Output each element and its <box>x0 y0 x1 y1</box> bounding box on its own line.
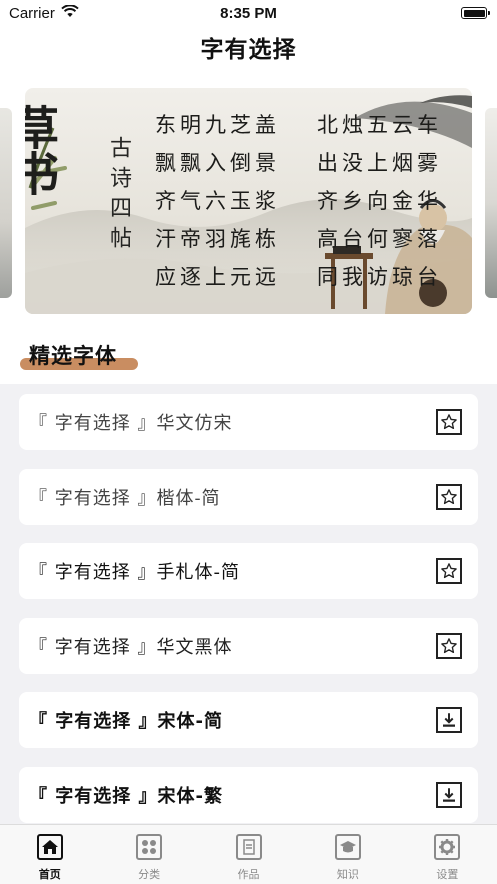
tab-works[interactable]: 作品 <box>199 825 298 884</box>
poem-line: 北烛五云车 <box>317 113 442 137</box>
gear-icon <box>434 834 461 860</box>
font-card[interactable]: 『 字有选择 』华文黑体 <box>19 618 478 674</box>
document-icon <box>235 834 262 860</box>
tab-label: 作品 <box>237 868 260 881</box>
banner-peek-next[interactable] <box>485 108 497 298</box>
poem-line: 汗帝羽旄栋 <box>155 227 280 251</box>
banner-subtitle: 古诗四帖 <box>106 136 131 256</box>
tab-label: 首页 <box>38 868 61 881</box>
banner-slide[interactable]: 草书 古诗四帖 东明九芝盖 飘飘入倒景 齐气六玉浆 汗帝羽旄栋 应逐上元远 北烛… <box>25 88 472 314</box>
banner-peek-previous[interactable] <box>0 108 12 298</box>
grid-icon <box>136 834 163 860</box>
font-name: 『 字有选择 』楷体-简 <box>29 488 221 509</box>
status-time: 8:35 PM <box>220 4 277 22</box>
poem-line: 出没上烟雾 <box>317 151 442 175</box>
home-icon <box>36 834 63 860</box>
poem-line: 同我访琼台 <box>317 265 442 289</box>
status-bar: Carrier 8:35 PM <box>0 0 497 26</box>
font-card[interactable]: 『 字有选择 』宋体-繁 <box>19 767 478 823</box>
poem-line: 应逐上元远 <box>155 265 280 289</box>
banner-carousel[interactable]: 草书 古诗四帖 东明九芝盖 飘飘入倒景 齐气六玉浆 汗帝羽旄栋 应逐上元远 北烛… <box>0 88 497 314</box>
graduation-cap-icon <box>334 834 361 860</box>
download-icon[interactable] <box>436 707 462 733</box>
poem-line: 东明九芝盖 <box>155 113 280 137</box>
section-title: 精选字体 <box>29 344 117 368</box>
tab-knowledge[interactable]: 知识 <box>298 825 397 884</box>
page-title: 字有选择 <box>200 37 297 63</box>
poem-column-right: 北烛五云车 出没上烟雾 齐乡向金华 高台何寥落 同我访琼台 <box>317 106 442 296</box>
tab-label: 设置 <box>436 868 459 881</box>
battery-icon <box>461 7 490 19</box>
font-name: 『 字有选择 』宋体-繁 <box>29 786 224 807</box>
tab-bar: 首页 分类 作品 知识 设置 <box>0 824 497 884</box>
banner-title: 草书 <box>25 104 60 196</box>
font-list[interactable]: 『 字有选择 』华文仿宋 『 字有选择 』楷体-简 『 字有选择 』手札体-简 … <box>0 384 497 824</box>
tab-settings[interactable]: 设置 <box>398 825 497 884</box>
star-icon[interactable] <box>436 409 462 435</box>
poem-line: 齐乡向金华 <box>317 189 442 213</box>
font-name: 『 字有选择 』华文仿宋 <box>29 413 233 434</box>
font-card[interactable]: 『 字有选择 』宋体-简 <box>19 692 478 748</box>
poem-line: 高台何寥落 <box>317 227 442 251</box>
poem-column-left: 东明九芝盖 飘飘入倒景 齐气六玉浆 汗帝羽旄栋 应逐上元远 <box>155 106 280 296</box>
download-icon[interactable] <box>436 782 462 808</box>
star-icon[interactable] <box>436 633 462 659</box>
tab-category[interactable]: 分类 <box>99 825 198 884</box>
tab-home[interactable]: 首页 <box>0 825 99 884</box>
tab-label: 知识 <box>336 868 359 881</box>
section-header: 精选字体 <box>20 340 138 374</box>
font-card[interactable]: 『 字有选择 』楷体-简 <box>19 469 478 525</box>
poem-line: 齐气六玉浆 <box>155 189 280 213</box>
poem-line: 飘飘入倒景 <box>155 151 280 175</box>
tab-label: 分类 <box>138 868 161 881</box>
font-card[interactable]: 『 字有选择 』华文仿宋 <box>19 394 478 450</box>
font-name: 『 字有选择 』宋体-简 <box>29 711 224 732</box>
font-name: 『 字有选择 』华文黑体 <box>29 637 233 658</box>
star-icon[interactable] <box>436 484 462 510</box>
star-icon[interactable] <box>436 558 462 584</box>
font-name: 『 字有选择 』手札体-简 <box>29 562 240 583</box>
font-card[interactable]: 『 字有选择 』手札体-简 <box>19 543 478 599</box>
